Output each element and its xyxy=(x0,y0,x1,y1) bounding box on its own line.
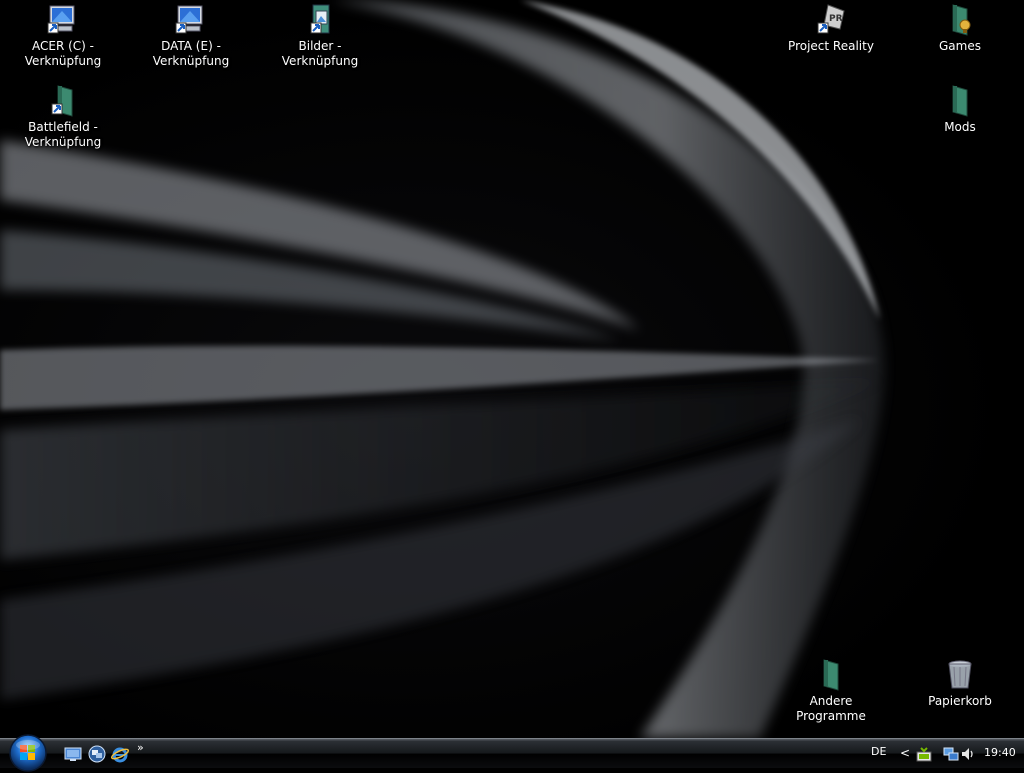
desktop-icon-label: Battlefield - Verknüpfung xyxy=(24,120,102,149)
desktop-icon-label: Games xyxy=(939,39,981,53)
desktop-icon-acer-c[interactable]: ACER (C) - Verknüpfung xyxy=(8,3,118,69)
desktop-icon-papierkorb[interactable]: Papierkorb xyxy=(905,658,1015,709)
desktop-icon-data-e[interactable]: DATA (E) - Verknüpfung xyxy=(136,3,246,69)
desktop-icon-project-reality[interactable]: PR Project Reality xyxy=(776,3,886,54)
desktop-icon-label: Papierkorb xyxy=(928,694,992,708)
desktop-icon-label: ACER (C) - Verknüpfung xyxy=(24,39,102,68)
desktop-icon-bilder[interactable]: Bilder - Verknüpfung xyxy=(265,3,375,69)
internet-explorer-icon[interactable] xyxy=(111,745,129,763)
language-indicator[interactable]: DE xyxy=(871,745,886,758)
desktop: ACER (C) - Verknüpfung DATA (E) - Verknü… xyxy=(0,0,1024,738)
desktop-icon-label: Project Reality xyxy=(788,39,874,53)
desktop-icon-andere-programme[interactable]: Andere Programme xyxy=(776,658,886,724)
drive-shortcut-icon xyxy=(47,5,75,34)
nvidia-icon[interactable] xyxy=(916,746,932,762)
quick-launch-overflow-chevron[interactable]: » xyxy=(137,741,144,754)
folder-shortcut-icon xyxy=(51,85,73,117)
folder-icon xyxy=(952,4,971,36)
svg-text:PR: PR xyxy=(829,14,843,24)
recycle-bin-icon xyxy=(948,660,972,689)
desktop-icon-label: Mods xyxy=(944,120,976,134)
desktop-icon-games[interactable]: Games xyxy=(905,3,1015,54)
game-shortcut-icon: PR xyxy=(817,4,845,34)
network-icon[interactable] xyxy=(943,746,959,762)
volume-icon[interactable] xyxy=(960,746,976,762)
show-desktop-icon[interactable] xyxy=(64,745,82,763)
desktop-icon-label: DATA (E) - Verknüpfung xyxy=(152,39,230,68)
desktop-icon-mods[interactable]: Mods xyxy=(905,84,1015,135)
desktop-icon-label: Andere Programme xyxy=(796,694,866,723)
clock[interactable]: 19:40 xyxy=(984,746,1016,759)
folder-icon xyxy=(952,85,968,117)
wallpaper xyxy=(0,0,884,738)
drive-shortcut-icon xyxy=(175,5,203,34)
desktop-icon-label: Bilder - Verknüpfung xyxy=(281,39,359,68)
folder-icon xyxy=(823,659,839,691)
start-button[interactable] xyxy=(8,733,48,773)
desktop-icon-battlefield[interactable]: Battlefield - Verknüpfung xyxy=(8,84,118,150)
window-switcher-icon[interactable] xyxy=(88,745,106,763)
system-tray: < 19:40 xyxy=(894,739,1024,769)
taskbar: » DE < 19:40 xyxy=(0,734,1024,772)
tray-overflow-chevron[interactable]: < xyxy=(900,746,910,760)
pictures-shortcut-icon xyxy=(310,4,330,34)
